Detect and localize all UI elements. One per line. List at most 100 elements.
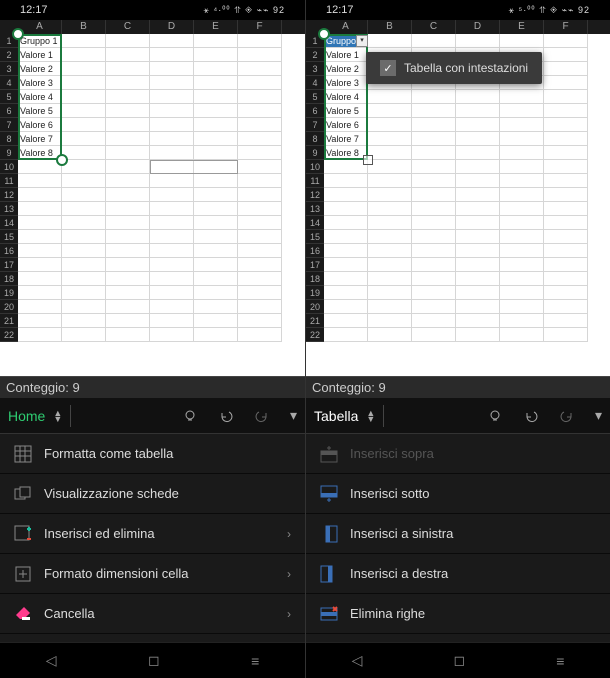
- cell[interactable]: Gruppo 1: [18, 34, 62, 48]
- cell[interactable]: [150, 132, 194, 146]
- cell[interactable]: [238, 132, 282, 146]
- row-header[interactable]: 11: [0, 174, 18, 188]
- col-header[interactable]: D: [456, 20, 500, 34]
- cell[interactable]: [544, 300, 588, 314]
- cell[interactable]: [456, 314, 500, 328]
- cell[interactable]: [324, 258, 368, 272]
- cell[interactable]: Valore 8: [18, 146, 62, 160]
- cell[interactable]: [62, 132, 106, 146]
- cell[interactable]: [62, 230, 106, 244]
- cell[interactable]: [412, 188, 456, 202]
- cell[interactable]: [368, 230, 412, 244]
- cell[interactable]: [412, 160, 456, 174]
- cell[interactable]: [150, 174, 194, 188]
- header-tooltip[interactable]: ✓Tabella con intestazioni: [366, 52, 542, 84]
- cell[interactable]: [456, 286, 500, 300]
- row-header[interactable]: 8: [306, 132, 324, 146]
- cell[interactable]: [544, 90, 588, 104]
- cell[interactable]: [62, 104, 106, 118]
- row-header[interactable]: 8: [0, 132, 18, 146]
- cell[interactable]: [456, 258, 500, 272]
- cell[interactable]: [238, 90, 282, 104]
- cell[interactable]: [106, 272, 150, 286]
- cell[interactable]: Valore 1: [324, 48, 368, 62]
- cell[interactable]: [368, 314, 412, 328]
- cell[interactable]: [456, 230, 500, 244]
- cell[interactable]: [412, 258, 456, 272]
- cell[interactable]: [500, 34, 544, 48]
- cell[interactable]: [544, 62, 588, 76]
- cell[interactable]: [62, 118, 106, 132]
- cell[interactable]: [62, 202, 106, 216]
- cell[interactable]: [324, 230, 368, 244]
- cell[interactable]: Valore 3: [18, 76, 62, 90]
- cell[interactable]: [238, 202, 282, 216]
- col-header[interactable]: A: [18, 20, 62, 34]
- cell[interactable]: [368, 272, 412, 286]
- cell[interactable]: [544, 272, 588, 286]
- cell[interactable]: [106, 258, 150, 272]
- cell[interactable]: [194, 34, 238, 48]
- cell[interactable]: [238, 76, 282, 90]
- row-header[interactable]: 15: [0, 230, 18, 244]
- cell[interactable]: [544, 34, 588, 48]
- col-header[interactable]: D: [150, 20, 194, 34]
- cell[interactable]: [368, 104, 412, 118]
- cell[interactable]: [106, 62, 150, 76]
- cell[interactable]: Valore 1: [18, 48, 62, 62]
- cell[interactable]: [106, 48, 150, 62]
- cell[interactable]: [238, 160, 282, 174]
- cell[interactable]: Valore 2: [324, 62, 368, 76]
- cell[interactable]: [368, 146, 412, 160]
- cell[interactable]: Valore 6: [324, 118, 368, 132]
- spreadsheet[interactable]: ABCDEF1Gruppo 12Valore 13Valore 24Valore…: [0, 20, 305, 376]
- cell[interactable]: [544, 216, 588, 230]
- row-header[interactable]: 16: [306, 244, 324, 258]
- cell[interactable]: [18, 216, 62, 230]
- cell[interactable]: Valore 6: [18, 118, 62, 132]
- ribbon-expand-icon[interactable]: ▲▼: [366, 410, 375, 422]
- cell[interactable]: [62, 90, 106, 104]
- cell[interactable]: [456, 216, 500, 230]
- cell[interactable]: [106, 174, 150, 188]
- cell[interactable]: [62, 76, 106, 90]
- row-header[interactable]: 1: [306, 34, 324, 48]
- cell[interactable]: [238, 300, 282, 314]
- nav-back-icon[interactable]: ◁: [352, 652, 363, 669]
- lightbulb-icon[interactable]: [182, 408, 198, 424]
- cell[interactable]: [18, 286, 62, 300]
- cell[interactable]: [544, 104, 588, 118]
- cell[interactable]: [106, 34, 150, 48]
- cell[interactable]: [194, 160, 238, 174]
- cell[interactable]: [62, 34, 106, 48]
- cell[interactable]: [412, 146, 456, 160]
- row-header[interactable]: 4: [0, 76, 18, 90]
- cell[interactable]: [194, 104, 238, 118]
- cell[interactable]: [544, 258, 588, 272]
- cell[interactable]: [150, 286, 194, 300]
- cell[interactable]: [456, 202, 500, 216]
- more-icon[interactable]: ▾: [290, 407, 297, 424]
- cell[interactable]: [238, 314, 282, 328]
- nav-recent-icon[interactable]: ≡: [251, 653, 259, 669]
- cell[interactable]: Valore 2: [18, 62, 62, 76]
- cell[interactable]: [368, 258, 412, 272]
- cell[interactable]: [62, 174, 106, 188]
- row-header[interactable]: 13: [306, 202, 324, 216]
- cell[interactable]: [106, 90, 150, 104]
- cell[interactable]: [368, 202, 412, 216]
- cell[interactable]: [368, 244, 412, 258]
- cell[interactable]: [62, 216, 106, 230]
- cell[interactable]: Valore 7: [324, 132, 368, 146]
- cell[interactable]: [324, 244, 368, 258]
- menu-item-elimina-righe[interactable]: Elimina righe: [306, 594, 610, 634]
- cell[interactable]: [62, 300, 106, 314]
- cell[interactable]: [456, 244, 500, 258]
- cell[interactable]: [194, 314, 238, 328]
- cell[interactable]: [194, 188, 238, 202]
- cell[interactable]: Valore 8: [324, 146, 368, 160]
- cell[interactable]: [194, 216, 238, 230]
- filter-dropdown-icon[interactable]: ▾: [356, 35, 368, 47]
- row-header[interactable]: 19: [0, 286, 18, 300]
- cell[interactable]: [500, 230, 544, 244]
